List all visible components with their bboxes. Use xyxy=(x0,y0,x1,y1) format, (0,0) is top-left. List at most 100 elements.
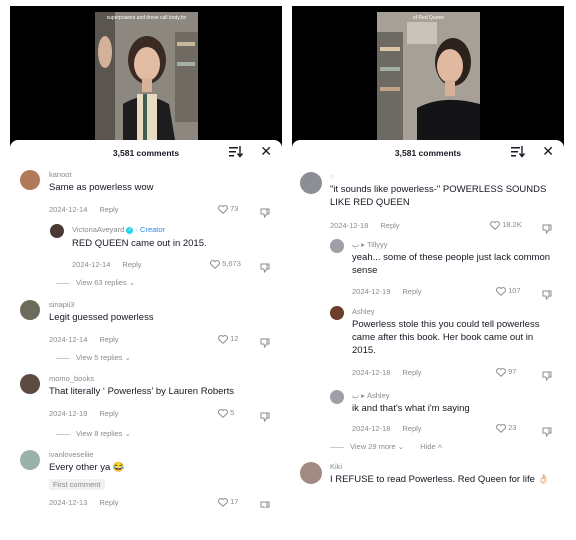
comment-username[interactable]: kanoot xyxy=(49,170,72,179)
reply-button[interactable]: Reply xyxy=(122,260,141,269)
dislike-button[interactable] xyxy=(260,259,270,277)
view-replies-button[interactable]: View 5 replies ⌄ xyxy=(56,353,131,362)
sort-icon[interactable] xyxy=(511,146,525,158)
avatar[interactable] xyxy=(330,239,344,253)
comment-date: 2024-12-18 xyxy=(352,424,391,433)
dislike-icon xyxy=(542,224,552,234)
sort-icon[interactable] xyxy=(229,146,243,158)
comments-header: 3,581 comments ✕ xyxy=(292,140,564,166)
comment-username[interactable]: ◌ xyxy=(330,172,334,181)
close-icon[interactable]: ✕ xyxy=(542,144,554,158)
comment-username[interactable]: VictoriaAveyard xyxy=(72,225,124,234)
like-button[interactable]: 5,673 xyxy=(210,259,241,269)
heart-icon xyxy=(496,423,506,433)
like-count: 97 xyxy=(508,367,517,376)
like-button[interactable]: 5 xyxy=(218,408,234,418)
reply-button[interactable]: Reply xyxy=(402,287,421,296)
like-button[interactable]: 23 xyxy=(496,423,516,433)
avatar[interactable] xyxy=(300,172,322,194)
video-area[interactable]: of Red Queen xyxy=(292,6,564,150)
comment-username-row: VictoriaAveyard ✓ · Creator xyxy=(72,225,165,234)
reply-button[interactable]: Reply xyxy=(402,424,421,433)
avatar[interactable] xyxy=(300,462,322,484)
comment-text: "it sounds like powerless-" POWERLESS SO… xyxy=(330,184,547,208)
like-button[interactable]: 17 xyxy=(218,497,238,507)
comments-header: 3,581 comments ✕ xyxy=(10,140,282,166)
comment-username[interactable]: Ashley xyxy=(352,307,375,316)
comment-date: 2024-12-18 xyxy=(330,221,369,230)
avatar[interactable] xyxy=(330,390,344,404)
heart-icon xyxy=(210,259,220,269)
comment-meta: 2024-12-13 Reply xyxy=(49,498,119,507)
reply-item: VictoriaAveyard ✓ · Creator RED QUEEN ca… xyxy=(50,224,275,273)
dislike-button[interactable] xyxy=(260,334,270,352)
video-caption: of Red Queen xyxy=(412,15,445,21)
reply-button[interactable]: Reply xyxy=(99,409,118,418)
avatar[interactable] xyxy=(20,170,40,190)
comment-date: 2024-12-13 xyxy=(49,498,88,507)
comments-sheet: 3,581 comments ✕ kanoot Same as powerles… xyxy=(10,140,282,508)
view-more-replies-row: View 29 more ⌄ Hide ˄ xyxy=(330,442,442,451)
close-icon[interactable]: ✕ xyxy=(260,144,272,158)
comment-text: RED QUEEN came out in 2015. xyxy=(72,238,207,249)
like-count: 17 xyxy=(230,497,239,506)
comment-item: ivanloveseliie Every other ya 😂 First co… xyxy=(20,450,275,508)
reply-button[interactable]: Reply xyxy=(99,498,118,507)
comment-username[interactable]: ب ▸ Tillyyy xyxy=(352,240,388,249)
heart-icon xyxy=(218,204,228,214)
like-count: 5 xyxy=(230,408,235,417)
comment-username[interactable]: Kiki xyxy=(330,462,342,471)
reply-button[interactable]: Reply xyxy=(99,335,118,344)
view-replies-button[interactable]: View 63 replies ⌄ xyxy=(56,278,135,287)
video-person-image xyxy=(377,12,480,140)
video-frame: superpowers and those call body,hn xyxy=(95,12,198,140)
comment-meta: 2024-12-18 Reply xyxy=(330,221,400,230)
like-button[interactable]: 12 xyxy=(218,334,238,344)
avatar[interactable] xyxy=(50,224,64,238)
comment-text: yeah... some of these people just lack c… xyxy=(352,252,551,276)
reply-button[interactable]: Reply xyxy=(380,221,399,230)
reply-item: Ashley Powerless stole this you could te… xyxy=(330,306,558,381)
dislike-button[interactable] xyxy=(542,220,552,238)
reply-button[interactable]: Reply xyxy=(402,368,421,377)
avatar[interactable] xyxy=(20,450,40,470)
comment-username[interactable]: momo_books xyxy=(49,374,94,383)
reply-button[interactable]: Reply xyxy=(99,205,118,214)
hide-button[interactable]: Hide ˄ xyxy=(420,442,442,451)
view-replies-button[interactable]: View 8 replies ⌄ xyxy=(56,429,131,438)
comment-username[interactable]: sinapii3 xyxy=(49,300,74,309)
like-button[interactable]: 18.2K xyxy=(490,220,522,230)
like-button[interactable]: 97 xyxy=(496,367,516,377)
like-count: 18.2K xyxy=(502,220,522,229)
comment-username[interactable]: ivanloveseliie xyxy=(49,450,94,459)
view-more-button[interactable]: View 29 more ⌄ xyxy=(350,442,404,451)
comment-meta: 2024-12-14 Reply xyxy=(49,205,119,214)
comment-username[interactable]: ب ▸ Ashley xyxy=(352,391,390,400)
dislike-button[interactable] xyxy=(260,408,270,426)
comment-meta: 2024-12-14 Reply xyxy=(72,260,142,269)
avatar[interactable] xyxy=(20,374,40,394)
comment-text: Powerless stole this you could tell powe… xyxy=(352,319,540,356)
dislike-button[interactable] xyxy=(260,497,270,508)
comment-meta: 2024-12-18 Reply xyxy=(352,424,422,433)
like-button[interactable]: 73 xyxy=(218,204,238,214)
comment-text: Same as powerless wow xyxy=(49,182,154,193)
dislike-button[interactable] xyxy=(542,286,552,304)
divider xyxy=(56,433,70,435)
like-button[interactable]: 107 xyxy=(496,286,521,296)
dislike-button[interactable] xyxy=(542,367,552,385)
dislike-button[interactable] xyxy=(260,204,270,222)
avatar[interactable] xyxy=(20,300,40,320)
like-count: 107 xyxy=(508,286,521,295)
comment-text: ik and that's what i'm saying xyxy=(352,403,470,414)
dislike-button[interactable] xyxy=(542,423,552,441)
video-area[interactable]: superpowers and those call body,hn xyxy=(10,6,282,150)
like-count: 73 xyxy=(230,204,239,213)
comment-text: Legit guessed powerless xyxy=(49,312,154,323)
heart-icon xyxy=(218,408,228,418)
avatar[interactable] xyxy=(330,306,344,320)
comment-text: That literally ‘ Powerless’ by Lauren Ro… xyxy=(49,386,234,397)
divider xyxy=(330,446,344,448)
comment-date: 2024-12-14 xyxy=(72,260,111,269)
comment-date: 2024-12-19 xyxy=(352,287,391,296)
